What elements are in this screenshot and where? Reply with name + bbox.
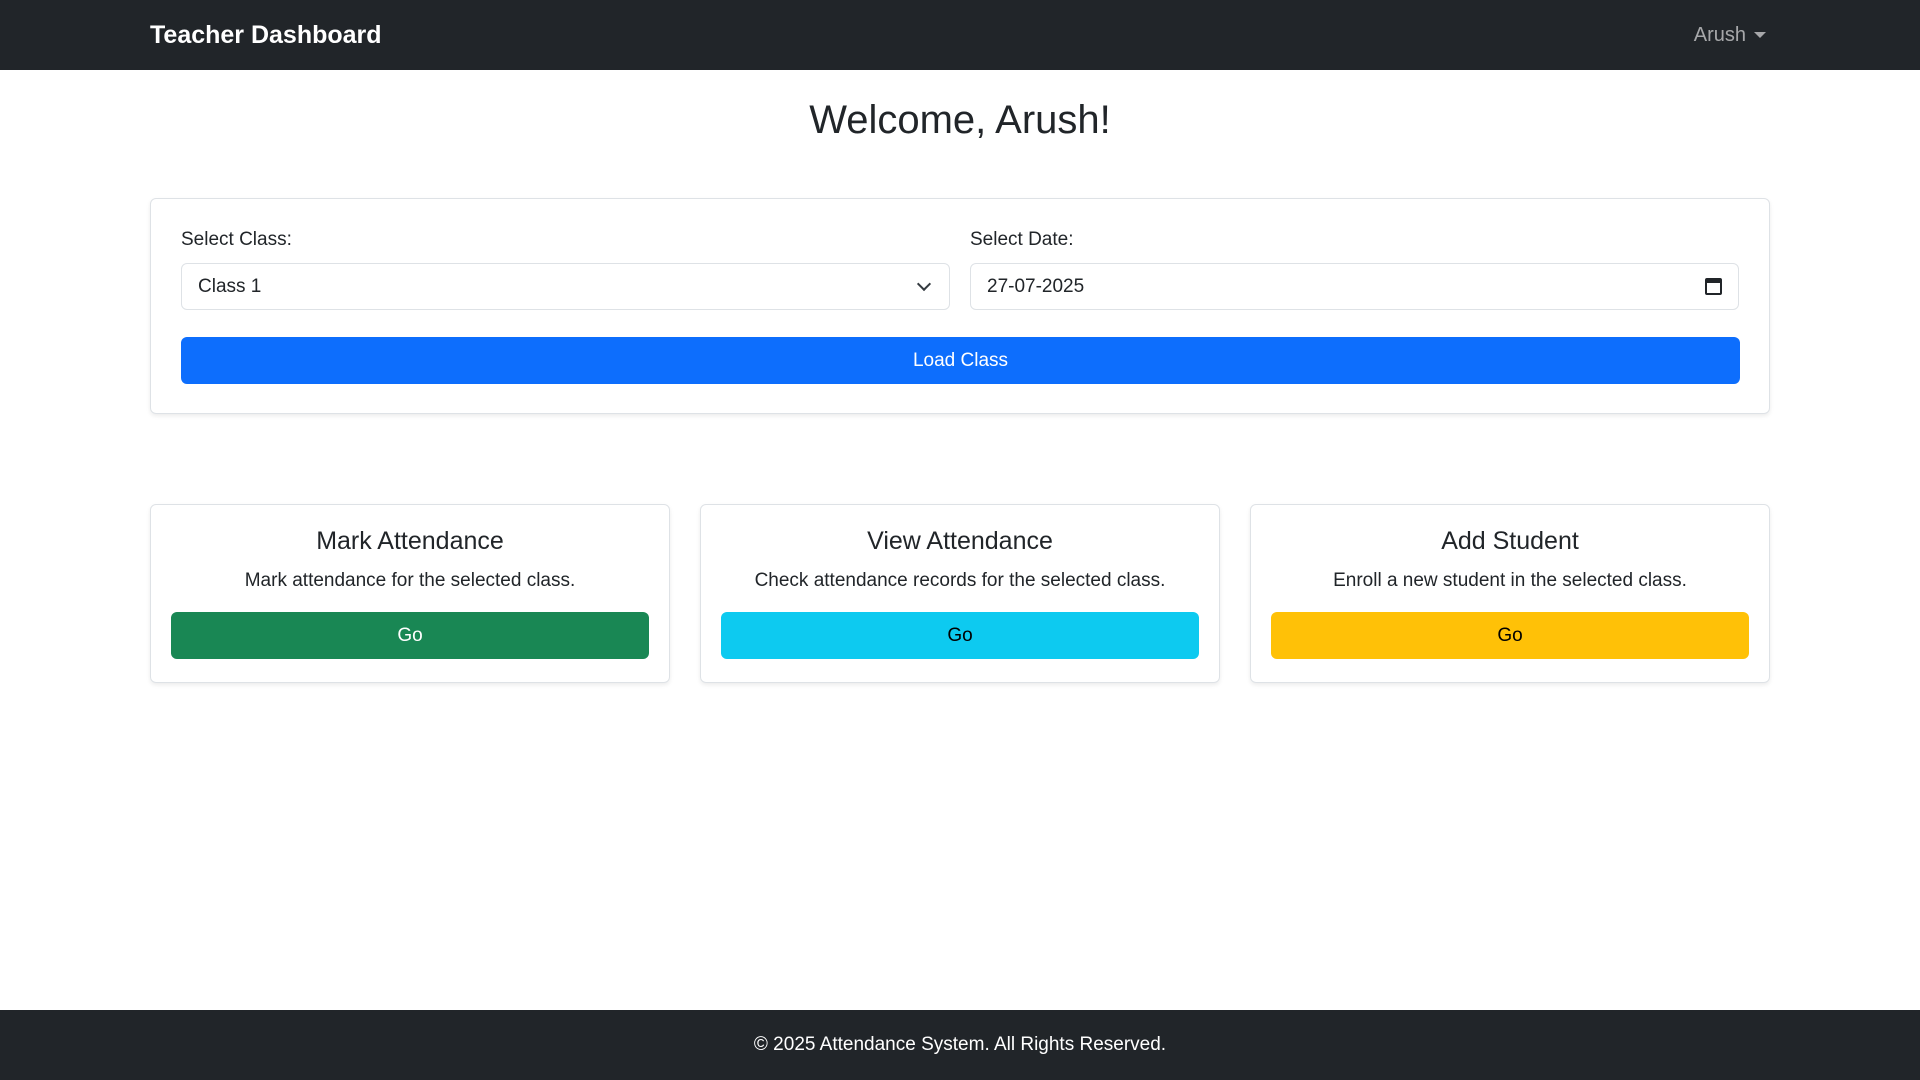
date-input-value: 27-07-2025 [987, 275, 1085, 297]
calendar-icon[interactable] [1705, 278, 1722, 295]
class-select[interactable]: Class 1 [181, 263, 950, 310]
mark-attendance-card: Mark Attendance Mark attendance for the … [150, 504, 670, 683]
caret-down-icon[interactable] [1754, 32, 1766, 38]
card-description: Mark attendance for the selected class. [244, 570, 576, 591]
date-input[interactable]: 27-07-2025 [970, 263, 1739, 310]
add-student-go-button[interactable]: Go [1271, 612, 1749, 659]
card-description: Check attendance records for the selecte… [754, 570, 1166, 591]
class-label: Select Class: [181, 229, 292, 250]
view-attendance-go-button[interactable]: Go [721, 612, 1199, 659]
class-selection-card: Select Class: Class 1 Select Date: 27-07… [150, 198, 1770, 414]
user-name[interactable]: Arush [1694, 24, 1746, 47]
load-class-button[interactable]: Load Class [181, 337, 1740, 384]
card-description: Enroll a new student in the selected cla… [1333, 570, 1687, 591]
page-footer: © 2025 Attendance System. All Rights Res… [0, 1010, 1920, 1080]
top-navbar: Teacher Dashboard Arush [0, 0, 1920, 70]
brand-title[interactable]: Teacher Dashboard [150, 21, 382, 50]
date-label: Select Date: [970, 229, 1074, 250]
footer-text: © 2025 Attendance System. All Rights Res… [753, 1034, 1167, 1055]
card-title: Mark Attendance [316, 527, 504, 555]
user-menu-dropdown[interactable]: Arush [1694, 24, 1766, 47]
page-title: Welcome, Arush! [809, 98, 1111, 142]
view-attendance-card: View Attendance Check attendance records… [700, 504, 1220, 683]
chevron-down-icon [916, 276, 932, 291]
class-select-value: Class 1 [198, 275, 262, 297]
class-field-group: Select Class: Class 1 [181, 229, 950, 310]
date-field-group: Select Date: 27-07-2025 [970, 229, 1739, 310]
card-title: Add Student [1441, 527, 1579, 555]
mark-attendance-go-button[interactable]: Go [171, 612, 649, 659]
add-student-card: Add Student Enroll a new student in the … [1250, 504, 1770, 683]
card-title: View Attendance [867, 527, 1053, 555]
